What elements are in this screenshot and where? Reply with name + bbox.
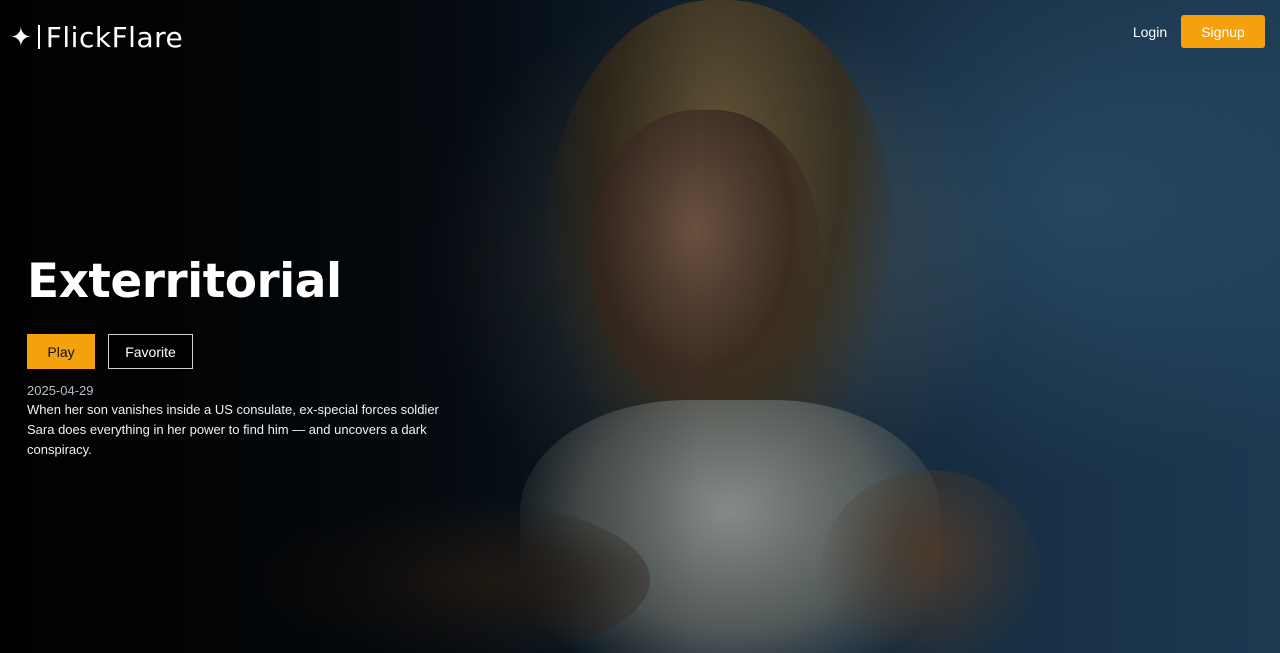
play-button[interactable]: Play bbox=[27, 334, 95, 369]
backdrop-figure-shoulder bbox=[820, 470, 1040, 653]
site-logo[interactable]: ✦ FlickFlare bbox=[10, 20, 183, 54]
movie-title: Exterritorial bbox=[27, 254, 342, 309]
logo-text: FlickFlare bbox=[45, 20, 184, 54]
signup-button[interactable]: Signup bbox=[1181, 15, 1265, 48]
favorite-button[interactable]: Favorite bbox=[108, 334, 193, 369]
movie-overview: When her son vanishes inside a US consul… bbox=[27, 402, 439, 457]
hero-gradient-overlay bbox=[0, 0, 700, 653]
hero-backdrop bbox=[0, 0, 1280, 653]
sparkle-icon: ✦ bbox=[10, 22, 32, 52]
release-date: 2025-04-29 bbox=[27, 383, 94, 398]
login-link[interactable]: Login bbox=[1126, 15, 1174, 48]
logo-divider bbox=[37, 25, 40, 49]
